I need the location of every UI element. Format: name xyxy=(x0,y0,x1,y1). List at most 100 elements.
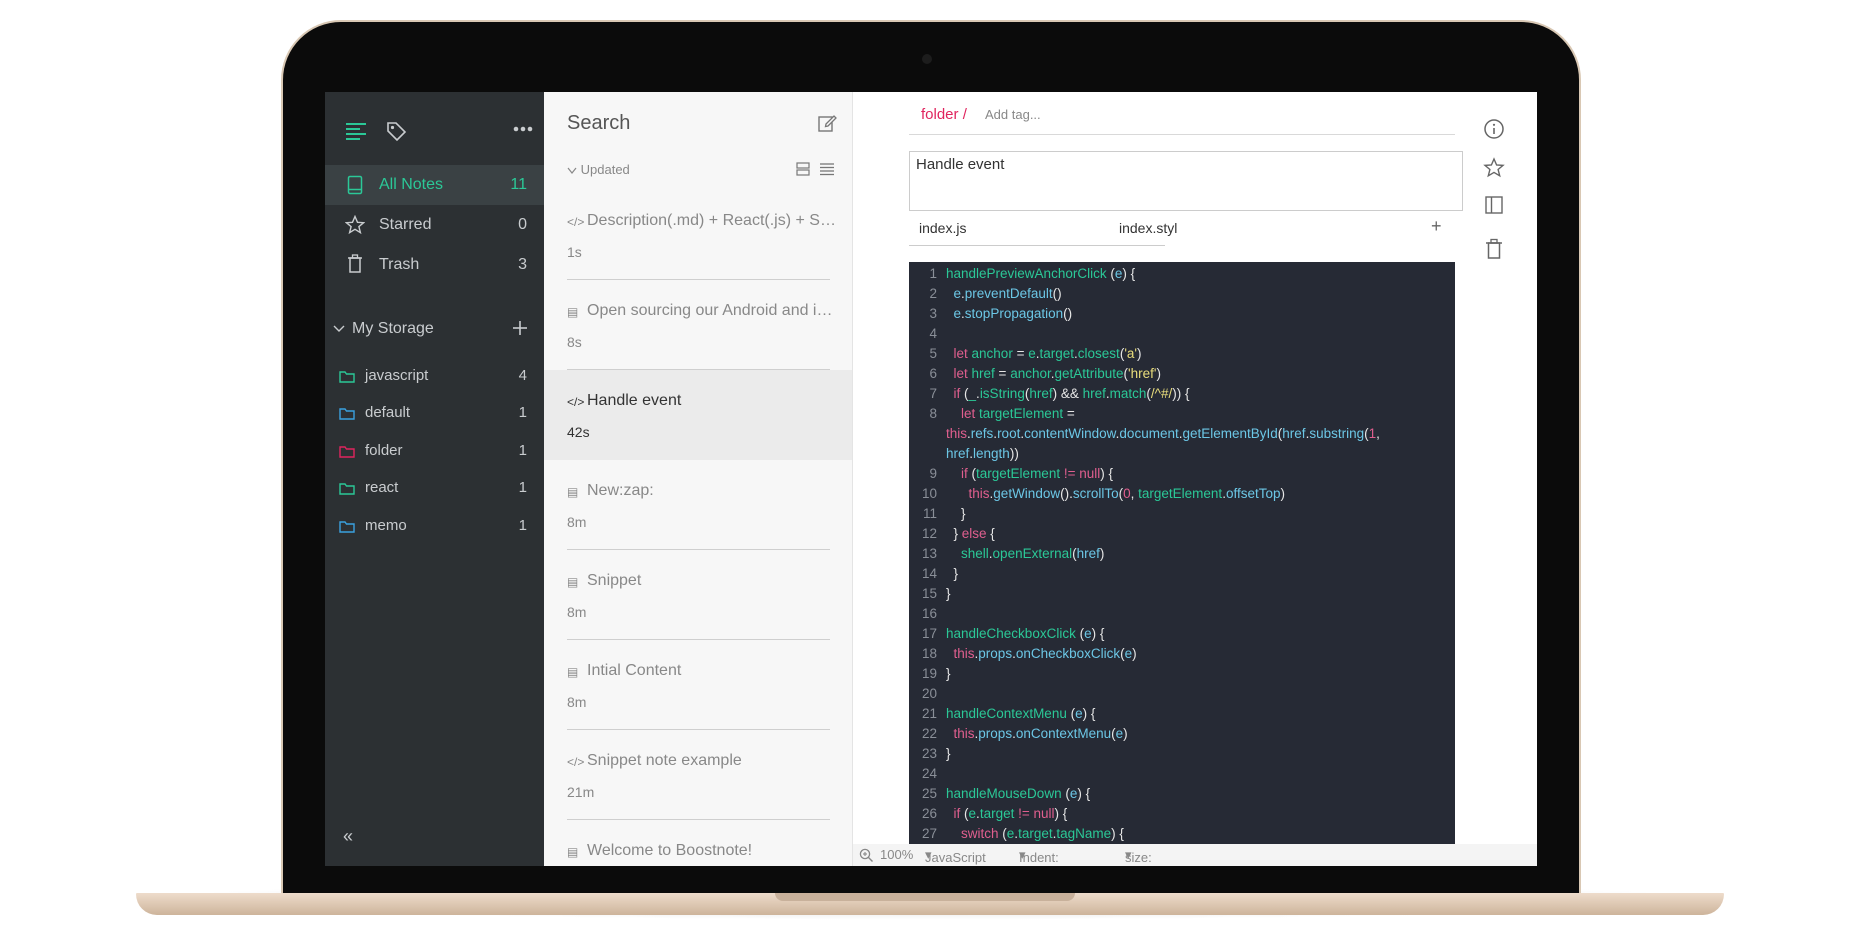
nav-count: 11 xyxy=(510,176,527,193)
description-field[interactable]: Handle event xyxy=(909,151,1463,211)
note-list-item[interactable]: </> Description(.md) + React(.js) + Styl… xyxy=(544,190,852,280)
code-text: href.length)) xyxy=(946,446,1019,461)
language-select[interactable]: JavaScript ▾ xyxy=(925,847,986,865)
note-list-item[interactable]: ▤ Open sourcing our Android and iOS apps… xyxy=(544,280,852,370)
line-number: 9 xyxy=(929,466,937,481)
nav-starred[interactable]: Starred 0 xyxy=(325,205,544,245)
laptop-notch xyxy=(775,893,1075,901)
line-number: 15 xyxy=(921,586,937,601)
code-icon: </> xyxy=(567,395,585,409)
note-time: 8m xyxy=(567,514,587,530)
code-line: this.refs.root.contentWindow.document.ge… xyxy=(909,426,1455,446)
folder-breadcrumb[interactable]: folder / xyxy=(921,106,967,123)
note-title: Snippet note example xyxy=(587,752,742,769)
star-icon[interactable] xyxy=(1483,157,1505,179)
add-folder-icon[interactable] xyxy=(512,320,528,336)
language-label: JavaScript xyxy=(925,850,986,865)
compact-view-icon[interactable] xyxy=(819,162,835,176)
code-text: } else { xyxy=(946,526,995,541)
note-list-item-active[interactable]: </> Handle event 42s xyxy=(544,370,852,460)
search-input[interactable]: Search xyxy=(567,112,630,135)
tag-input[interactable]: Add tag... xyxy=(985,107,1041,122)
code-text: this.props.onContextMenu(e) xyxy=(953,726,1128,741)
folder-item-javascript[interactable]: javascript 4 xyxy=(325,358,544,394)
nav-all-notes[interactable]: All Notes 11 xyxy=(325,165,544,205)
folder-icon xyxy=(339,521,355,533)
line-number: 8 xyxy=(929,406,937,421)
note-list-item[interactable]: ▤ Snippet 8m xyxy=(544,550,852,640)
code-line: 4 xyxy=(909,326,1455,346)
note-list-item[interactable]: </> Snippet note example 21m xyxy=(544,730,852,820)
size-select[interactable]: size: 2 ▾ xyxy=(1125,847,1152,866)
nav-label: All Notes xyxy=(379,176,444,193)
code-text: handleCheckboxClick (e) { xyxy=(946,626,1105,641)
code-line: 19} xyxy=(909,666,1455,686)
folder-count: 1 xyxy=(518,442,527,459)
folder-label: memo xyxy=(365,517,407,534)
expanded-view-icon[interactable] xyxy=(796,162,810,176)
code-text: } xyxy=(946,566,959,581)
info-icon[interactable] xyxy=(1483,118,1505,140)
code-editor[interactable]: 1 handlePreviewAnchorClick (e) {2 e.preve… xyxy=(909,262,1455,844)
code-text: if (targetElement != null) { xyxy=(961,466,1113,481)
code-line: 20 xyxy=(909,686,1455,706)
folder-icon xyxy=(339,446,355,458)
line-number: 13 xyxy=(921,546,937,561)
folder-count: 1 xyxy=(518,479,527,496)
code-text: handleMouseDown (e) { xyxy=(946,786,1091,801)
line-number: 11 xyxy=(922,506,937,521)
zoom-icon[interactable] xyxy=(859,848,874,863)
menu-lines-icon[interactable] xyxy=(346,122,368,140)
code-icon: </> xyxy=(567,215,585,229)
note-title: Open sourcing our Android and iOS apps xyxy=(587,302,839,319)
storage-label: My Storage xyxy=(352,320,434,337)
folder-item-folder[interactable]: folder 1 xyxy=(325,433,544,469)
line-number: 27 xyxy=(921,826,937,841)
add-file-icon[interactable]: + xyxy=(1431,216,1442,237)
indent-select[interactable]: Indent: space ▾ xyxy=(1019,847,1059,866)
code-line: 22 this.props.onContextMenu(e) xyxy=(909,726,1455,746)
active-tab-underline xyxy=(909,245,1165,246)
code-text: shell.openExternal(href) xyxy=(961,546,1105,561)
code-line: 9 if (targetElement != null) { xyxy=(909,466,1455,486)
folder-item-default[interactable]: default 1 xyxy=(325,395,544,431)
new-note-icon[interactable] xyxy=(817,113,837,133)
zoom-level[interactable]: 100% xyxy=(880,847,913,862)
code-line: 16 xyxy=(909,606,1455,626)
note-list: Search Updated </> Description(.md) + Re… xyxy=(544,92,853,866)
code-line: 8 let targetElement = xyxy=(909,406,1455,426)
tag-icon[interactable] xyxy=(385,120,407,142)
app-window: All Notes 11 Starred 0 Trash 3 My Storag… xyxy=(325,92,1537,866)
folder-label: react xyxy=(365,479,399,496)
more-options-icon[interactable] xyxy=(513,126,533,132)
note-title: Intial Content xyxy=(587,662,682,679)
panel-toggle-icon[interactable] xyxy=(1484,195,1504,215)
note-title: Handle event xyxy=(587,392,682,409)
line-number: 1 xyxy=(929,266,937,281)
collapse-sidebar-icon[interactable]: « xyxy=(343,826,353,847)
note-list-item[interactable]: ▤ Intial Content 8m xyxy=(544,640,852,730)
file-tab-index-styl[interactable]: index.styl xyxy=(1119,220,1177,236)
folder-label: javascript xyxy=(365,367,429,384)
nav-count: 3 xyxy=(518,256,527,273)
sort-control[interactable]: Updated xyxy=(567,162,630,177)
nav-trash[interactable]: Trash 3 xyxy=(325,245,544,285)
line-number: 23 xyxy=(921,746,937,761)
trash-icon[interactable] xyxy=(1485,238,1503,260)
folder-item-react[interactable]: react 1 xyxy=(325,470,544,506)
folder-icon xyxy=(339,483,355,495)
file-tab-index-js[interactable]: index.js xyxy=(919,220,966,236)
note-list-item[interactable]: ▤ Welcome to Boostnote! xyxy=(544,820,852,866)
code-line: 14 } xyxy=(909,566,1455,586)
folder-count: 1 xyxy=(518,404,527,421)
note-title: Snippet xyxy=(587,572,642,589)
note-time: 8s xyxy=(567,334,582,350)
folder-item-memo[interactable]: memo 1 xyxy=(325,508,544,544)
line-number: 2 xyxy=(929,286,937,301)
code-line: 23} xyxy=(909,746,1455,766)
code-text: e.stopPropagation() xyxy=(953,306,1073,321)
code-line: 25 handleMouseDown (e) { xyxy=(909,786,1455,806)
storage-header[interactable]: My Storage xyxy=(325,312,544,346)
code-text: this.refs.root.contentWindow.document.ge… xyxy=(946,426,1380,441)
note-list-item[interactable]: ▤ New:zap: 8m xyxy=(544,460,852,550)
